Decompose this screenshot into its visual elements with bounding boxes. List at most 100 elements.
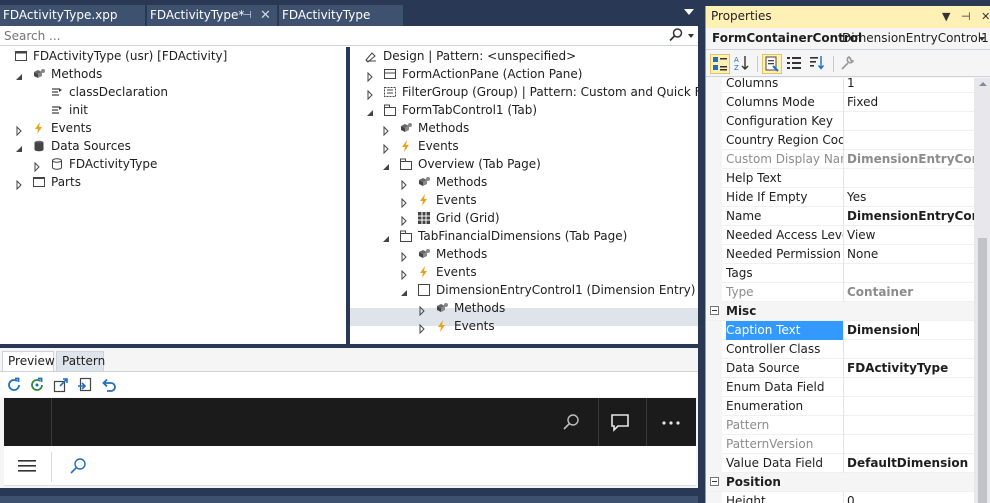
undo-icon[interactable]: [101, 377, 117, 393]
tree-node[interactable]: FDActivityType: [0, 155, 346, 173]
property-row[interactable]: Value Data Field DefaultDimension: [706, 454, 974, 473]
collapse-arrow-icon[interactable]: [381, 159, 391, 170]
expand-arrow-icon[interactable]: [399, 195, 409, 209]
auto-hide-pin-icon[interactable]: ⊣: [961, 10, 971, 23]
property-row[interactable]: Needed Access Level View: [706, 226, 974, 245]
tree-node[interactable]: FDActivityType (usr) [FDActivity]: [0, 47, 346, 65]
property-row[interactable]: Columns 1: [706, 78, 974, 93]
tab-form-preview[interactable]: FDActivityType: [279, 5, 403, 26]
tree-node[interactable]: Design | Pattern: <unspecified>: [350, 47, 698, 65]
tree-node[interactable]: Methods: [350, 245, 698, 263]
sort-button[interactable]: [808, 54, 828, 74]
property-row[interactable]: Tags: [706, 264, 974, 283]
property-value[interactable]: FDActivityType: [847, 359, 974, 378]
property-row[interactable]: Height 0: [706, 492, 974, 503]
events-list-button[interactable]: [785, 54, 805, 74]
property-value[interactable]: [847, 378, 974, 397]
close-icon[interactable]: ✕: [260, 5, 271, 26]
property-value[interactable]: [847, 264, 974, 283]
expand-arrow-icon[interactable]: [399, 213, 409, 227]
property-row[interactable]: Columns Mode Fixed: [706, 93, 974, 112]
tree-node[interactable]: FilterGroup (Group) | Pattern: Custom an…: [350, 83, 698, 101]
categorized-button[interactable]: [710, 54, 730, 74]
refresh-auto-icon[interactable]: [29, 377, 45, 393]
property-value[interactable]: [847, 131, 974, 150]
tree-node[interactable]: Data Sources: [0, 137, 346, 155]
property-row[interactable]: Data Source FDActivityType: [706, 359, 974, 378]
property-value[interactable]: Container: [847, 283, 974, 302]
expand-arrow-icon[interactable]: [399, 177, 409, 191]
property-value[interactable]: [847, 340, 974, 359]
tree-node[interactable]: Parts: [0, 173, 346, 191]
chevron-down-icon[interactable]: [979, 37, 985, 41]
property-value[interactable]: Fixed: [847, 93, 974, 112]
vertical-scrollbar[interactable]: [974, 78, 990, 503]
search-icon[interactable]: [668, 27, 684, 43]
property-row[interactable]: PatternVersion: [706, 435, 974, 454]
open-external-icon[interactable]: [53, 377, 69, 393]
expand-arrow-icon[interactable]: [417, 303, 427, 317]
scrollbar-thumb[interactable]: [978, 238, 987, 503]
more-icon[interactable]: [662, 420, 680, 426]
property-value[interactable]: 0: [847, 492, 974, 503]
property-value[interactable]: Yes: [847, 188, 974, 207]
tab-list-dropdown-icon[interactable]: [684, 9, 694, 15]
tab-xpp-file[interactable]: FDActivityType.xpp: [0, 5, 145, 26]
tree-node[interactable]: Methods: [350, 299, 698, 317]
tree-node[interactable]: Events: [350, 191, 698, 209]
tree-node[interactable]: Methods: [350, 173, 698, 191]
property-row[interactable]: Custom Display Name DimensionEntryControl…: [706, 150, 974, 169]
hamburger-icon[interactable]: [18, 459, 36, 473]
alphabetical-button[interactable]: AZ: [733, 54, 753, 74]
property-value[interactable]: 1: [847, 78, 974, 93]
properties-button[interactable]: [762, 54, 782, 74]
tree-node[interactable]: Events: [350, 137, 698, 155]
refresh-icon[interactable]: [6, 377, 22, 393]
property-row[interactable]: Needed Permission None: [706, 245, 974, 264]
property-row[interactable]: Configuration Key: [706, 112, 974, 131]
tree-node[interactable]: classDeclaration: [0, 83, 346, 101]
property-value[interactable]: DimensionEntryControl1: [847, 150, 974, 169]
search-icon[interactable]: [562, 413, 580, 431]
property-category[interactable]: Misc: [706, 302, 974, 321]
collapse-arrow-icon[interactable]: [365, 105, 375, 116]
tree-node[interactable]: init: [0, 101, 346, 119]
collapse-arrow-icon[interactable]: [381, 231, 391, 242]
collapse-arrow-icon[interactable]: [14, 141, 24, 152]
window-position-dropdown-icon[interactable]: ▼: [942, 10, 950, 23]
property-category[interactable]: Position: [706, 473, 974, 492]
property-value[interactable]: [847, 416, 974, 435]
property-value[interactable]: [847, 397, 974, 416]
collapse-arrow-icon[interactable]: [14, 69, 24, 80]
message-icon[interactable]: [610, 412, 630, 432]
expand-arrow-icon[interactable]: [381, 141, 391, 155]
search-icon[interactable]: [69, 457, 87, 475]
tree-node[interactable]: Overview (Tab Page): [350, 155, 698, 173]
property-value[interactable]: View: [847, 226, 974, 245]
expand-arrow-icon[interactable]: [14, 123, 24, 137]
property-row[interactable]: Enum Data Field: [706, 378, 974, 397]
tree-node[interactable]: Events: [350, 317, 698, 335]
expand-arrow-icon[interactable]: [32, 159, 42, 173]
search-input[interactable]: [4, 28, 644, 44]
property-pages-button[interactable]: [838, 54, 858, 74]
property-row[interactable]: Caption Text Dimension: [706, 321, 974, 340]
tree-node[interactable]: FormTabControl1 (Tab): [350, 101, 698, 119]
pin-icon[interactable]: ⊣: [243, 5, 252, 26]
tab-pattern[interactable]: Pattern: [56, 351, 105, 371]
property-value-editor[interactable]: Dimension: [847, 321, 974, 340]
tab-preview[interactable]: Preview: [2, 351, 55, 371]
tab-form-designer-active[interactable]: FDActivityType* ⊣ ✕: [147, 5, 277, 26]
expand-arrow-icon[interactable]: [417, 321, 427, 335]
property-row[interactable]: Enumeration: [706, 397, 974, 416]
property-value[interactable]: [847, 112, 974, 131]
property-value[interactable]: [847, 435, 974, 454]
expand-arrow-icon[interactable]: [399, 267, 409, 281]
tree-node[interactable]: Events: [0, 119, 346, 137]
tree-node[interactable]: Grid (Grid): [350, 209, 698, 227]
property-row[interactable]: Country Region Codes: [706, 131, 974, 150]
property-value[interactable]: [847, 169, 974, 188]
collapse-toggle-icon[interactable]: [710, 306, 719, 315]
tree-node[interactable]: DimensionEntryControl1 (Dimension Entry): [350, 281, 698, 299]
expand-arrow-icon[interactable]: [365, 69, 375, 83]
